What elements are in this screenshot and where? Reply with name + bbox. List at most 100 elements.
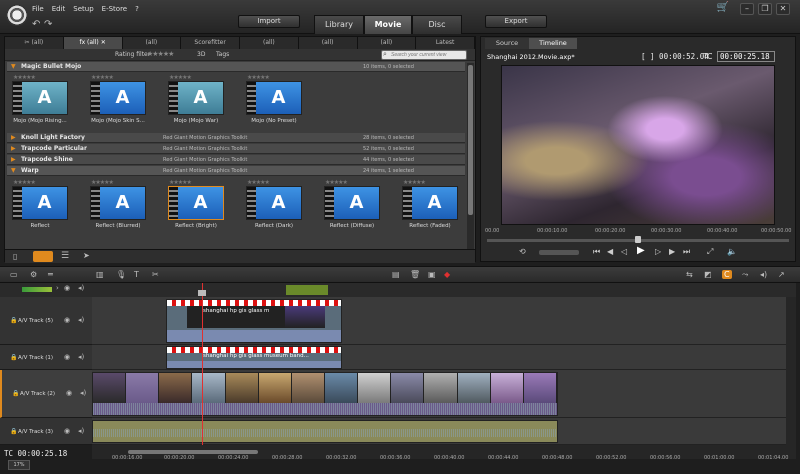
cart-icon[interactable]: 🛒 (714, 2, 732, 16)
marker-icon[interactable]: ◆ (444, 270, 450, 279)
lock-icon[interactable]: 🔒 (10, 354, 17, 361)
tab-movie[interactable]: Movie (364, 15, 412, 34)
step-back-icon[interactable]: ◀ (607, 247, 613, 256)
go-to-start-icon[interactable]: ⏮ (593, 247, 600, 257)
settings-icon[interactable]: ⚙ (30, 270, 37, 279)
close-icon[interactable]: ✕ (776, 3, 790, 15)
effect-tile[interactable]: ★★★★★ A Reflect (Diffuse) (321, 179, 383, 231)
group-header-trapcode-particular[interactable]: ▶ Trapcode Particular Red Giant Motion G… (7, 144, 465, 154)
lock-icon[interactable]: 🔒 (12, 390, 19, 397)
go-to-end-icon[interactable]: ⏭ (683, 247, 690, 257)
undo-icon[interactable]: ↶ (32, 19, 40, 30)
tile-rating-stars[interactable]: ★★★★★ (247, 179, 270, 186)
shuttle-slider[interactable] (539, 250, 579, 255)
library-tab-scorefitter[interactable]: Scorefitter (181, 37, 240, 49)
chevron-right-icon[interactable]: › (56, 284, 59, 292)
effect-tile[interactable]: ★★★★★ A Reflect (Faded) (399, 179, 461, 231)
tab-timeline[interactable]: Timeline (529, 38, 577, 49)
menu-setup[interactable]: Setup (73, 5, 93, 13)
effect-tile[interactable]: ★★★★★ A Reflect (Dark) (243, 179, 305, 231)
export-button[interactable]: Export (485, 15, 547, 28)
help-icon[interactable]: ? (135, 5, 139, 13)
restore-icon[interactable]: ❐ (758, 3, 772, 15)
filter-3d[interactable]: 3D (197, 51, 205, 58)
title-clip[interactable]: shanghai hp gis glass m (166, 299, 342, 343)
snapshot-icon[interactable]: ▣ (428, 270, 436, 279)
camera-icon[interactable]: ◉ (64, 316, 70, 324)
camera-icon[interactable]: ◉ (64, 353, 70, 361)
speaker-icon[interactable]: ◂) (80, 389, 86, 397)
film-icon[interactable]: ▤ (392, 270, 400, 279)
tile-rating-stars[interactable]: ★★★★★ (91, 74, 114, 81)
library-tab[interactable]: (all) (240, 37, 299, 49)
audio-scrub-icon[interactable]: ◂) (760, 270, 767, 279)
menu-file[interactable]: File (32, 5, 44, 13)
video-clip[interactable] (92, 372, 558, 416)
group-header-magic-bullet-mojo[interactable]: ▼ Magic Bullet Mojo 10 items, 0 selected (7, 62, 465, 72)
rating-filter-stars[interactable]: ★★★★★ (147, 50, 174, 58)
minimize-icon[interactable]: – (740, 3, 754, 15)
track-header[interactable]: 🔒 A/V Track (5) ◉ ◂) (0, 297, 92, 345)
step-forward-icon[interactable]: ▶ (669, 247, 675, 256)
tab-library[interactable]: Library (314, 15, 364, 34)
trim-icon[interactable]: ⇆ (686, 270, 693, 279)
scrollbar-thumb[interactable] (128, 450, 258, 454)
tile-rating-stars[interactable]: ★★★★★ (13, 179, 36, 186)
view-mode-icon[interactable] (33, 251, 53, 262)
magnet-icon[interactable]: C (722, 270, 732, 279)
tile-rating-stars[interactable]: ★★★★★ (247, 74, 270, 81)
title-clip[interactable]: shanghai hp gis glass museum band... (166, 346, 342, 369)
panel-icon[interactable]: ▯ (13, 252, 17, 261)
speaker-icon[interactable]: ◂) (78, 427, 84, 435)
tile-rating-stars[interactable]: ★★★★★ (169, 179, 192, 186)
effect-tile[interactable]: ★★★★★ A Mojo (Mojo Skin S... (87, 74, 149, 126)
video-preview[interactable] (501, 65, 775, 225)
library-tab[interactable]: ✂ (all) (5, 37, 64, 49)
effect-tile-selected[interactable]: ★★★★★ A Reflect (Bright) (165, 179, 227, 231)
frame-back-icon[interactable]: ◁ (621, 247, 627, 256)
playhead-handle[interactable] (198, 290, 206, 296)
camera-icon[interactable]: ◉ (66, 389, 72, 397)
voiceover-icon[interactable]: 🎙 (116, 270, 126, 279)
effect-tile[interactable]: ★★★★★ A Mojo (Mojo Rising... (9, 74, 71, 126)
zoom-level[interactable]: 17% (8, 460, 30, 470)
import-button[interactable]: Import (238, 15, 300, 28)
audio-clip[interactable] (92, 420, 558, 443)
group-header-trapcode-shine[interactable]: ▶ Trapcode Shine Red Giant Motion Graphi… (7, 155, 465, 165)
timeline-bottom-ruler[interactable]: 00:00:16.00 00:00:20.00 00:00:24.00 00:0… (92, 455, 796, 467)
library-tab-fx[interactable]: fx (all) ✕ (63, 37, 123, 49)
lock-icon[interactable]: 🔒 (10, 317, 17, 324)
camera-icon[interactable]: ◉ (64, 427, 70, 435)
timeline-vertical-scrollbar[interactable] (786, 297, 796, 445)
frame-forward-icon[interactable]: ▷ (655, 247, 661, 256)
speaker-icon[interactable]: ◂) (78, 284, 84, 292)
current-timecode[interactable]: 00:00:25.18 (717, 51, 775, 62)
tile-rating-stars[interactable]: ★★★★★ (13, 74, 36, 81)
loop-icon[interactable]: ⟲ (519, 247, 526, 256)
track-header[interactable]: 🔒 A/V Track (1) ◉ ◂) (0, 345, 92, 370)
library-tab[interactable]: (all) (358, 37, 417, 49)
tile-rating-stars[interactable]: ★★★★★ (403, 179, 426, 186)
editing-mode-icon[interactable]: ↗ (778, 270, 785, 279)
library-tab[interactable]: (all) (299, 37, 358, 49)
library-tab[interactable]: (all) (123, 37, 182, 49)
playhead[interactable] (202, 283, 203, 458)
track-height-icon[interactable]: ═ (48, 270, 53, 279)
razor-icon[interactable]: ✂ (152, 270, 159, 279)
effect-tile[interactable]: ★★★★★ A Reflect (9, 179, 71, 231)
storyboard-icon[interactable]: ▭ (10, 270, 18, 279)
group-header-warp[interactable]: ▼ Warp Red Giant Motion Graphics Toolkit… (7, 166, 465, 176)
play-icon[interactable]: ▶ (637, 245, 645, 256)
camera-icon[interactable]: ◉ (64, 284, 70, 292)
library-scrollbar-thumb[interactable] (468, 65, 473, 215)
tab-source[interactable]: Source (485, 38, 529, 49)
track-header-active[interactable]: 🔒 A/V Track (2) ◉ ◂) (0, 370, 92, 418)
trash-icon[interactable]: 🗑 (410, 270, 420, 279)
menu-estore[interactable]: E-Store (102, 5, 127, 13)
volume-icon[interactable]: 🔈 (727, 247, 737, 256)
arrow-icon[interactable]: ➤ (83, 251, 90, 260)
tile-rating-stars[interactable]: ★★★★★ (325, 179, 348, 186)
title-icon[interactable]: T (134, 270, 139, 279)
player-scrubber-knob[interactable] (635, 236, 641, 243)
dynamic-length-icon[interactable]: ⤳ (742, 270, 748, 280)
